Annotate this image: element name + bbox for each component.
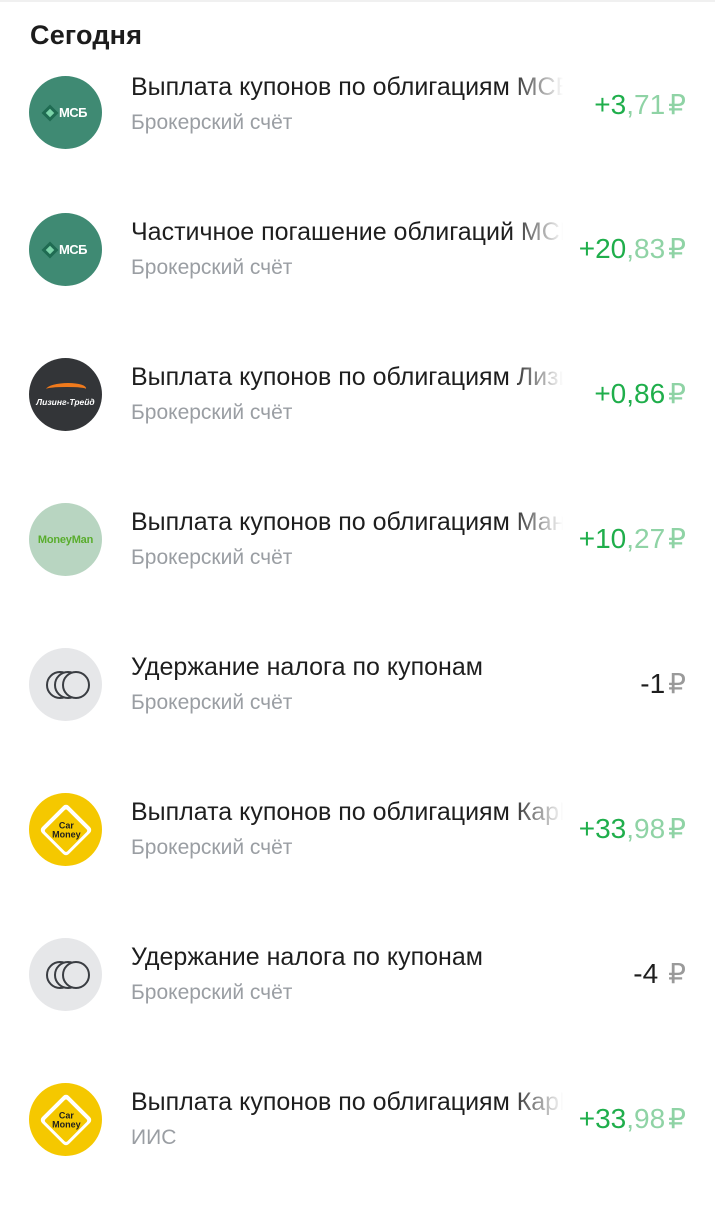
- top-divider: [0, 0, 715, 2]
- operation-title: Выплата купонов по облигациям КарМани: [131, 1088, 563, 1116]
- operation-title: Выплата купонов по облигациям КарМани: [131, 798, 563, 826]
- operation-row[interactable]: МСБ Частичное погашение облигаций МСБ-Ли…: [0, 213, 715, 335]
- operation-account: Брокерский счёт: [131, 546, 293, 569]
- carmoney-logo: Car Money: [29, 1083, 102, 1156]
- operation-row[interactable]: Car Money Выплата купонов по облигациям …: [0, 793, 715, 915]
- operation-title: Выплата купонов по облигациям МаниМэн: [131, 508, 563, 536]
- operation-amount: +10,27 ₽: [578, 523, 686, 554]
- operation-row[interactable]: Удержание налога по купонам Брокерский с…: [0, 648, 715, 770]
- msb-logo: МСБ: [29, 76, 102, 149]
- operation-amount: -1 ₽: [640, 668, 686, 699]
- coins-icon: [29, 938, 102, 1011]
- operation-title: Удержание налога по купонам: [131, 653, 483, 681]
- operation-amount: +33,98 ₽: [578, 1103, 686, 1134]
- msb-logo: МСБ: [29, 213, 102, 286]
- operation-account: ИИС: [131, 1126, 177, 1149]
- operation-amount: +3,71 ₽: [594, 89, 686, 120]
- operation-amount: -4 ₽: [633, 958, 686, 989]
- section-title: Сегодня: [30, 20, 143, 50]
- operation-title: Удержание налога по купонам: [131, 943, 483, 971]
- leasing-trade-logo: Лизинг-Трейд: [29, 358, 102, 431]
- operation-row[interactable]: MoneyMan Выплата купонов по облигациям М…: [0, 503, 715, 625]
- carmoney-logo: Car Money: [29, 793, 102, 866]
- operation-account: Брокерский счёт: [131, 836, 293, 859]
- operation-account: Брокерский счёт: [131, 256, 293, 279]
- operation-row[interactable]: Лизинг-Трейд Выплата купонов по облигаци…: [0, 358, 715, 480]
- operation-amount: +20,83 ₽: [578, 233, 686, 264]
- operation-title: Частичное погашение облигаций МСБ-Лизинг: [131, 218, 563, 246]
- operation-row[interactable]: МСБ Выплата купонов по облигациям МСБ-Ли…: [0, 70, 715, 190]
- operation-row[interactable]: Car Money Выплата купонов по облигациям …: [0, 1083, 715, 1205]
- moneyman-logo: MoneyMan: [29, 503, 102, 576]
- operation-account: Брокерский счёт: [131, 981, 293, 1004]
- operation-amount: +0,86 ₽: [594, 378, 686, 409]
- operation-row[interactable]: Удержание налога по купонам Брокерский с…: [0, 938, 715, 1060]
- coins-icon: [29, 648, 102, 721]
- operation-title: Выплата купонов по облигациям МСБ-Лизинг: [131, 73, 563, 101]
- operation-account: Брокерский счёт: [131, 691, 293, 714]
- operation-account: Брокерский счёт: [131, 401, 293, 424]
- operation-title: Выплата купонов по облигациям Лизинг-Тре…: [131, 363, 563, 391]
- operation-account: Брокерский счёт: [131, 111, 293, 134]
- operation-amount: +33,98 ₽: [578, 813, 686, 844]
